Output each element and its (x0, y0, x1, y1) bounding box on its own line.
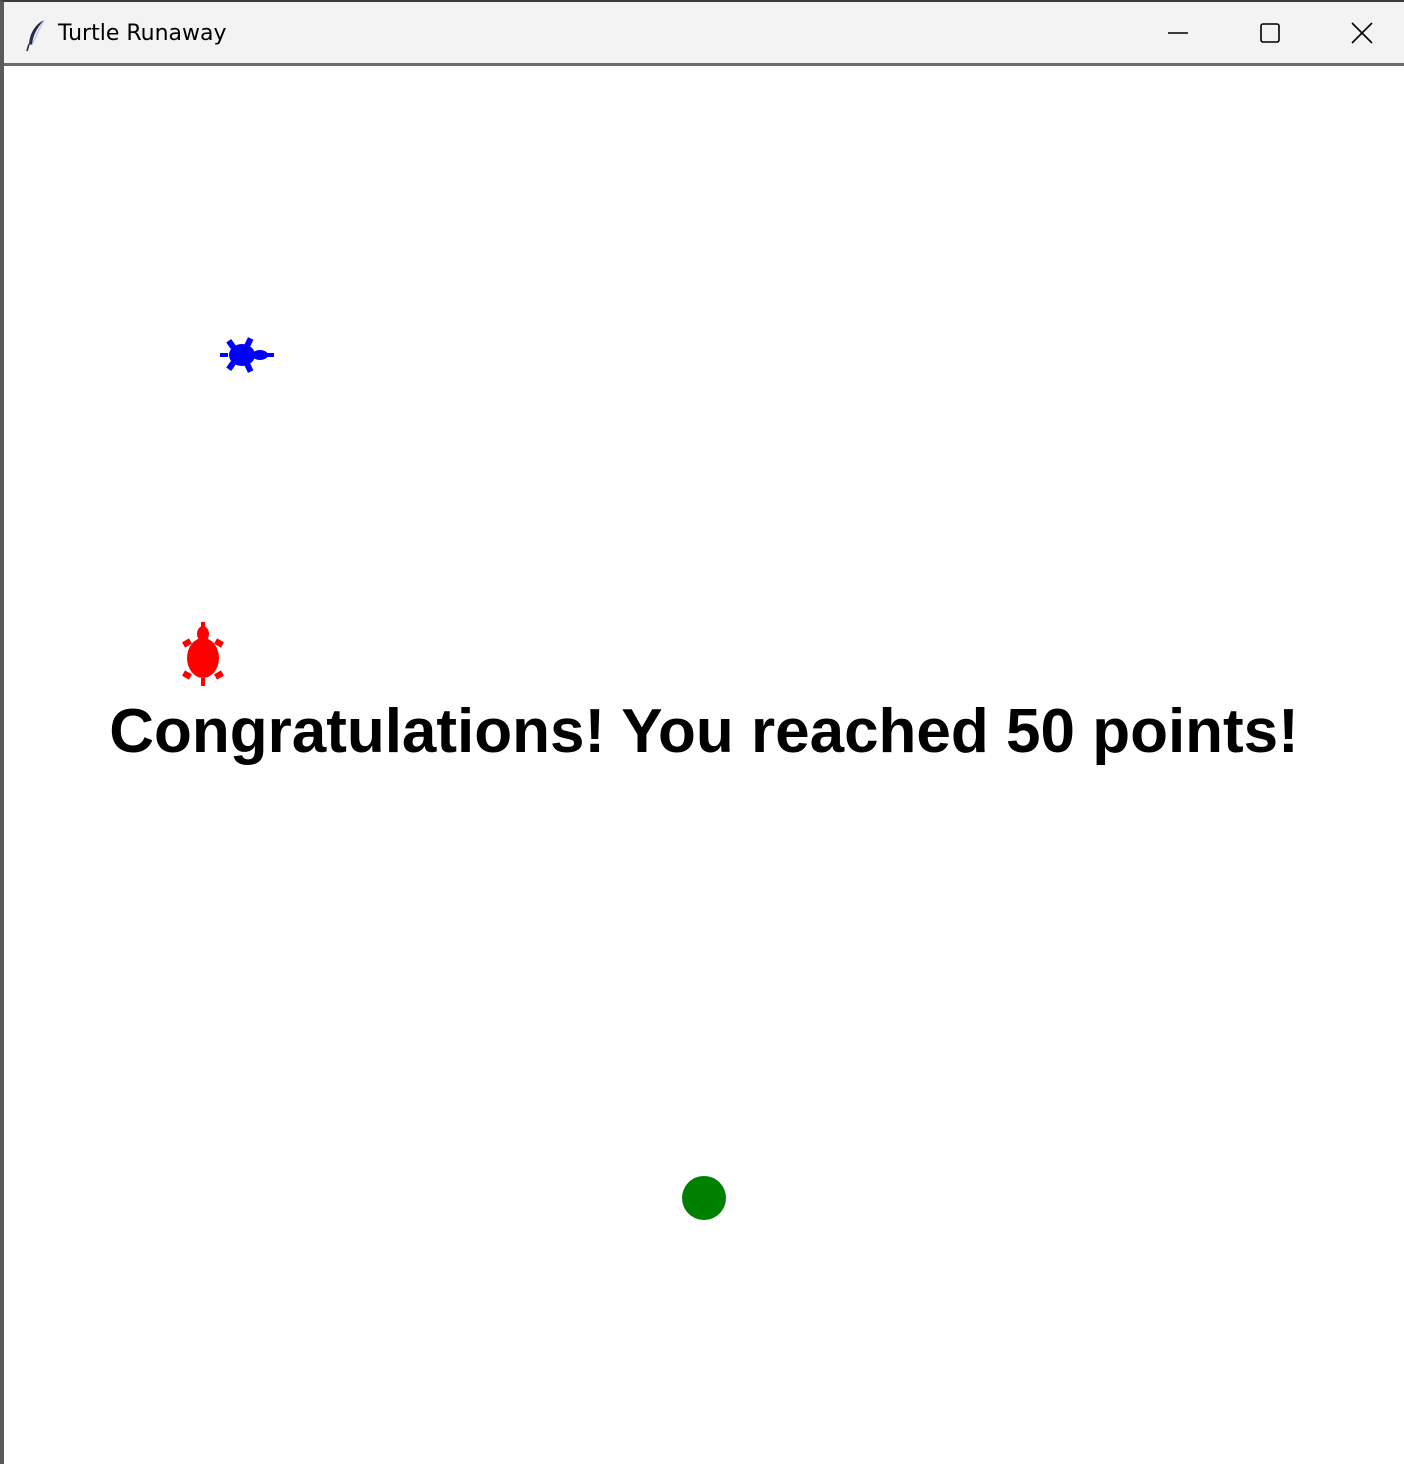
minimize-icon (1168, 32, 1188, 34)
game-canvas[interactable]: Congratulations! You reached 50 points! (4, 66, 1404, 1464)
maximize-button[interactable] (1224, 2, 1316, 64)
feather-icon (26, 19, 45, 52)
maximize-icon (1260, 23, 1280, 43)
turtle-icon (220, 337, 274, 373)
close-button[interactable] (1316, 2, 1404, 64)
window-title: Turtle Runaway (58, 21, 227, 46)
runner-turtle (182, 622, 224, 686)
title-bar[interactable]: Turtle Runaway (4, 2, 1404, 66)
chaser-turtle (220, 337, 274, 373)
turtle-icon (182, 622, 224, 686)
minimize-button[interactable] (1132, 2, 1224, 64)
close-icon (1351, 22, 1373, 44)
congratulations-message: Congratulations! You reached 50 points! (109, 697, 1299, 766)
app-window: Turtle Runaway Congratulations! You reac… (0, 0, 1404, 1464)
circle-icon (682, 1176, 726, 1220)
